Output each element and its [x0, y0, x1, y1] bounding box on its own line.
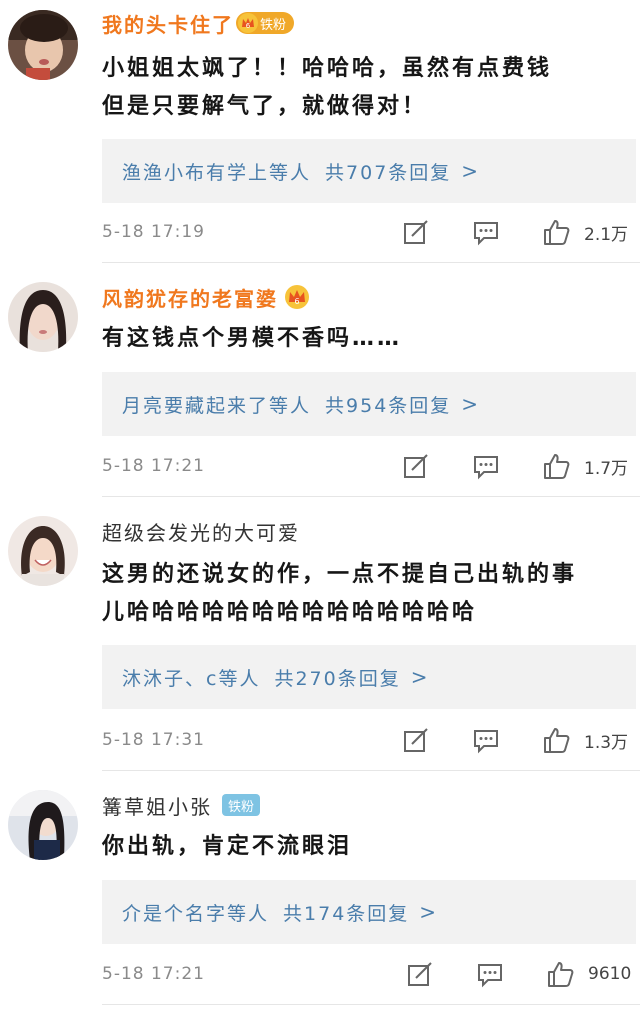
comment-text: 有这钱点个男模不香吗……	[102, 320, 632, 358]
username[interactable]: 风韵犹存的老富婆	[102, 283, 278, 312]
avatar[interactable]	[8, 282, 78, 352]
like-icon[interactable]	[546, 960, 574, 988]
svg-text:6: 6	[294, 297, 299, 306]
username[interactable]: 篝草姐小张	[102, 791, 212, 820]
badge-label: 铁粉	[260, 17, 287, 33]
edit-icon[interactable]	[406, 960, 434, 988]
like-icon[interactable]	[542, 452, 570, 480]
comment-text: 你出轨，肯定不流眼泪	[102, 828, 632, 866]
reply-count: 共707条回复	[325, 161, 452, 184]
comment-icon[interactable]	[472, 726, 500, 754]
like-icon[interactable]	[542, 218, 570, 246]
comment-item: 篝草姐小张 铁粉 你出轨，肯定不流眼泪 介是个名字等人 共174条回复 > 5-…	[0, 772, 640, 1014]
timestamp: 5-18 17:31	[102, 730, 205, 750]
divider	[102, 262, 640, 263]
avatar[interactable]	[8, 790, 78, 860]
comment-text: 这男的还说女的作，一点不提自己出轨的事 儿哈哈哈哈哈哈哈哈哈哈哈哈哈哈	[102, 556, 632, 632]
replies-link[interactable]: 介是个名字等人 共174条回复 >	[102, 880, 636, 944]
like-count: 2.1万	[584, 224, 629, 245]
comment-footer: 5-18 17:21 9610	[102, 956, 636, 992]
svg-text:6: 6	[246, 22, 251, 30]
reply-users: 渔渔小布有学上等人	[122, 161, 312, 184]
like-icon[interactable]	[542, 726, 570, 754]
reply-count: 共954条回复	[325, 394, 452, 417]
comment-text-line: 但是只要解气了，就做得对！	[102, 94, 428, 119]
comment-text-line: 小姐姐太飒了！！哈哈哈，虽然有点费钱	[102, 56, 553, 81]
comment-text-line: 你出轨，肯定不流眼泪	[102, 834, 353, 859]
comment-icon[interactable]	[472, 218, 500, 246]
user-row: 风韵犹存的老富婆 6	[102, 282, 310, 312]
edit-icon[interactable]	[402, 218, 430, 246]
reply-users: 沐沐子、c等人	[122, 667, 261, 690]
comment-item: 风韵犹存的老富婆 6 有这钱点个男模不香吗…… 月亮要藏起来了等人 共954条回…	[0, 266, 640, 506]
replies-link[interactable]: 渔渔小布有学上等人 共707条回复 >	[102, 139, 636, 203]
divider	[102, 770, 640, 771]
divider	[102, 496, 640, 497]
crown-icon: 6	[238, 13, 258, 33]
avatar[interactable]	[8, 10, 78, 80]
comment-text-line: 有这钱点个男模不香吗……	[102, 326, 403, 351]
chevron-right-icon: >	[410, 665, 430, 689]
replies-link[interactable]: 沐沐子、c等人 共270条回复 >	[102, 645, 636, 709]
reply-users: 月亮要藏起来了等人	[122, 394, 312, 417]
timestamp: 5-18 17:21	[102, 456, 205, 476]
user-row: 我的头卡住了 6 铁粉	[102, 8, 295, 38]
badge-label: 铁粉	[228, 799, 255, 815]
divider	[102, 1004, 640, 1005]
comment-footer: 5-18 17:21 1.7万	[102, 448, 636, 484]
timestamp: 5-18 17:21	[102, 964, 205, 984]
username[interactable]: 我的头卡住了	[102, 9, 234, 38]
comment-icon[interactable]	[472, 452, 500, 480]
replies-link[interactable]: 月亮要藏起来了等人 共954条回复 >	[102, 372, 636, 436]
like-count: 1.7万	[584, 458, 629, 479]
comment-item: 超级会发光的大可爱 这男的还说女的作，一点不提自己出轨的事 儿哈哈哈哈哈哈哈哈哈…	[0, 506, 640, 772]
edit-icon[interactable]	[402, 726, 430, 754]
fan-badge: 6 铁粉	[236, 12, 295, 34]
like-count: 9610	[588, 964, 632, 984]
timestamp: 5-18 17:19	[102, 222, 205, 242]
chevron-right-icon: >	[461, 159, 481, 183]
comment-item: 我的头卡住了 6 铁粉 小姐姐太飒了！！哈哈哈，虽然有点费钱 但是只要解气了，就…	[0, 0, 640, 266]
reply-count: 共174条回复	[283, 902, 410, 925]
chevron-right-icon: >	[461, 392, 481, 416]
chevron-right-icon: >	[419, 900, 439, 924]
comment-icon[interactable]	[476, 960, 504, 988]
crown-icon: 6	[285, 285, 309, 309]
edit-icon[interactable]	[402, 452, 430, 480]
comment-text: 小姐姐太飒了！！哈哈哈，虽然有点费钱 但是只要解气了，就做得对！	[102, 50, 632, 126]
fan-badge: 铁粉	[222, 794, 261, 816]
username[interactable]: 超级会发光的大可爱	[102, 517, 300, 546]
reply-count: 共270条回复	[274, 667, 401, 690]
comment-text-line: 这男的还说女的作，一点不提自己出轨的事	[102, 562, 578, 587]
user-row: 超级会发光的大可爱	[102, 516, 300, 546]
comment-footer: 5-18 17:19 2.1万	[102, 214, 636, 250]
comment-text-line: 儿哈哈哈哈哈哈哈哈哈哈哈哈哈哈	[102, 600, 478, 625]
reply-users: 介是个名字等人	[122, 902, 270, 925]
user-row: 篝草姐小张 铁粉	[102, 790, 261, 820]
avatar[interactable]	[8, 516, 78, 586]
like-count: 1.3万	[584, 732, 629, 753]
comment-footer: 5-18 17:31 1.3万	[102, 722, 636, 758]
